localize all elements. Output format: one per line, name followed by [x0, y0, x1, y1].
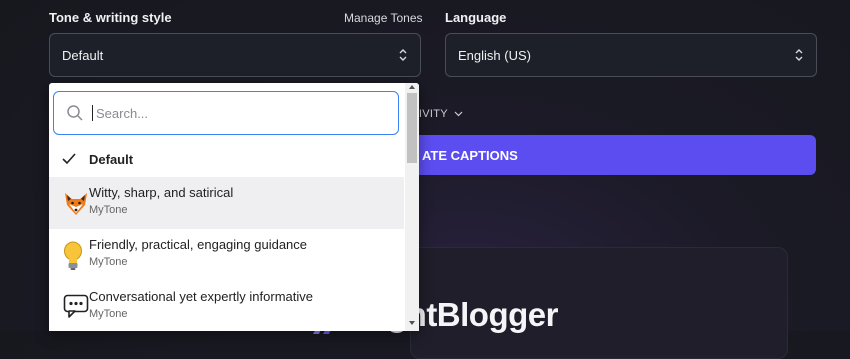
tone-label: Tone & writing style	[49, 10, 172, 25]
tone-option-title: Conversational yet expertly informative	[89, 289, 313, 304]
dropdown-scrollbar[interactable]	[405, 83, 419, 331]
fox-icon	[65, 193, 87, 215]
scroll-down-arrow-icon[interactable]	[408, 320, 416, 326]
generate-captions-label: ATE CAPTIONS	[422, 147, 518, 163]
tone-option-subtitle: MyTone	[89, 204, 128, 216]
tone-search-box[interactable]	[53, 91, 399, 135]
tone-option-subtitle: MyTone	[89, 256, 128, 268]
search-icon	[67, 105, 83, 121]
chevron-updown-icon	[795, 49, 803, 61]
check-icon	[62, 153, 76, 165]
language-select[interactable]: English (US)	[445, 33, 817, 77]
tone-option-witty[interactable]: Witty, sharp, and satirical MyTone	[49, 177, 404, 229]
tone-option-friendly[interactable]: Friendly, practical, engaging guidance M…	[49, 229, 404, 281]
language-select-value: English (US)	[458, 47, 531, 63]
tone-option-default[interactable]: Default	[49, 141, 404, 177]
chevron-updown-icon	[399, 49, 407, 61]
tone-dropdown: Default Witty, sharp, and satirical MyTo…	[49, 83, 419, 331]
tone-option-label: Default	[89, 152, 134, 167]
tone-option-conversational[interactable]: Conversational yet expertly informative …	[49, 281, 404, 331]
lightbulb-icon	[64, 241, 82, 270]
chevron-down-icon	[454, 111, 463, 117]
tone-option-title: Witty, sharp, and satirical	[89, 185, 234, 200]
generate-captions-button[interactable]: ATE CAPTIONS	[400, 135, 816, 175]
text-caret	[92, 105, 93, 121]
manage-tones-link[interactable]: Manage Tones	[344, 11, 423, 25]
tone-option-title: Friendly, practical, engaging guidance	[89, 237, 308, 252]
scroll-up-arrow-icon[interactable]	[408, 84, 416, 90]
tone-option-subtitle: MyTone	[89, 308, 128, 320]
scrollbar-thumb[interactable]	[407, 93, 417, 163]
language-label: Language	[445, 10, 507, 25]
speech-bubble-icon	[63, 294, 89, 318]
tone-select-value: Default	[62, 47, 104, 63]
tone-search-input[interactable]	[94, 104, 378, 122]
tone-select[interactable]: Default	[49, 33, 421, 77]
